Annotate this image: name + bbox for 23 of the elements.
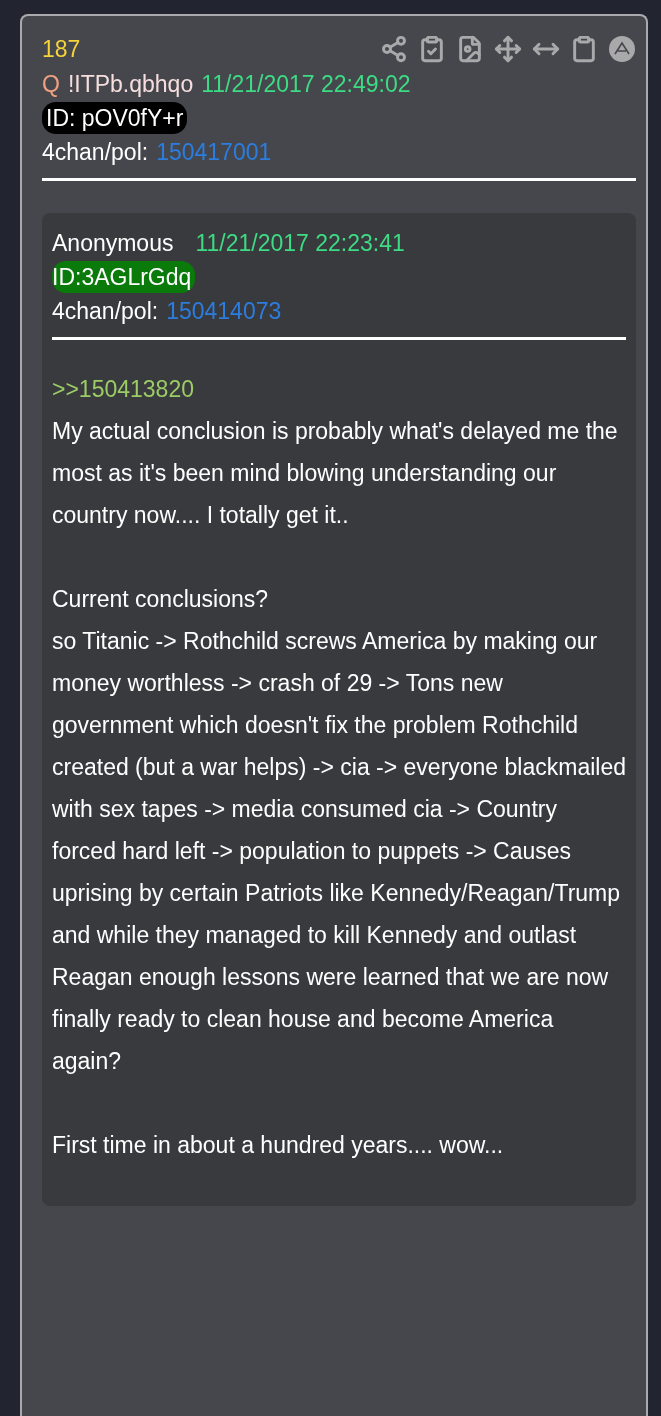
post-link[interactable]: 150417001 [156, 134, 272, 170]
share-icon[interactable] [380, 35, 408, 63]
id-badge: ID:3AGLrGdq [52, 261, 196, 293]
clipboard-icon[interactable] [570, 35, 598, 63]
post-text: First time in about a hundred years.... wow... [52, 1131, 505, 1160]
author-mark: Q [42, 70, 60, 99]
image-file-icon[interactable] [456, 35, 484, 63]
post-text: so Titanic -> Rothchild screws America by making our money worthless -> crash of 29 -> Tons new government which doesn't fix the problem Rothchild created (but a war helps) -> cia -> everyone blackmailed with sex tapes -> media consumed cia -> Country forced hard left -> population to puppets -> Causes uprising by certain Patriots like Kennedy/Reagan/Trump and while they managed to kill Kennedy and outlast Reagan enough lessons were learned that we are now finally ready to clean house and become America again? [52, 627, 626, 1076]
post-text: Current conclusions? [52, 585, 270, 614]
id-badge: ID: pOV0fY+r [42, 102, 188, 134]
post-text: My actual conclusion is probably what's delayed me the most as it's been mind blowing understanding our country now.... I totally get it.. [52, 417, 619, 530]
poster-name: Anonymous [52, 229, 174, 258]
move-icon[interactable] [494, 35, 522, 63]
board-label: 4chan/pol: [52, 297, 159, 326]
quoted-timestamp: 11/21/2017 22:23:41 [195, 229, 405, 258]
tripcode: !ITPb.qbhqo [67, 70, 194, 99]
post-link[interactable]: 150414073 [166, 293, 282, 329]
post-timestamp: 11/21/2017 22:49:02 [201, 70, 411, 99]
reply-link[interactable]: >>150413820 [52, 368, 626, 410]
clipboard-check-icon[interactable] [418, 35, 446, 63]
post-number: 187 [42, 35, 81, 63]
board-label: 4chan/pol: [42, 138, 149, 167]
chevron-circle-icon[interactable] [608, 35, 636, 63]
